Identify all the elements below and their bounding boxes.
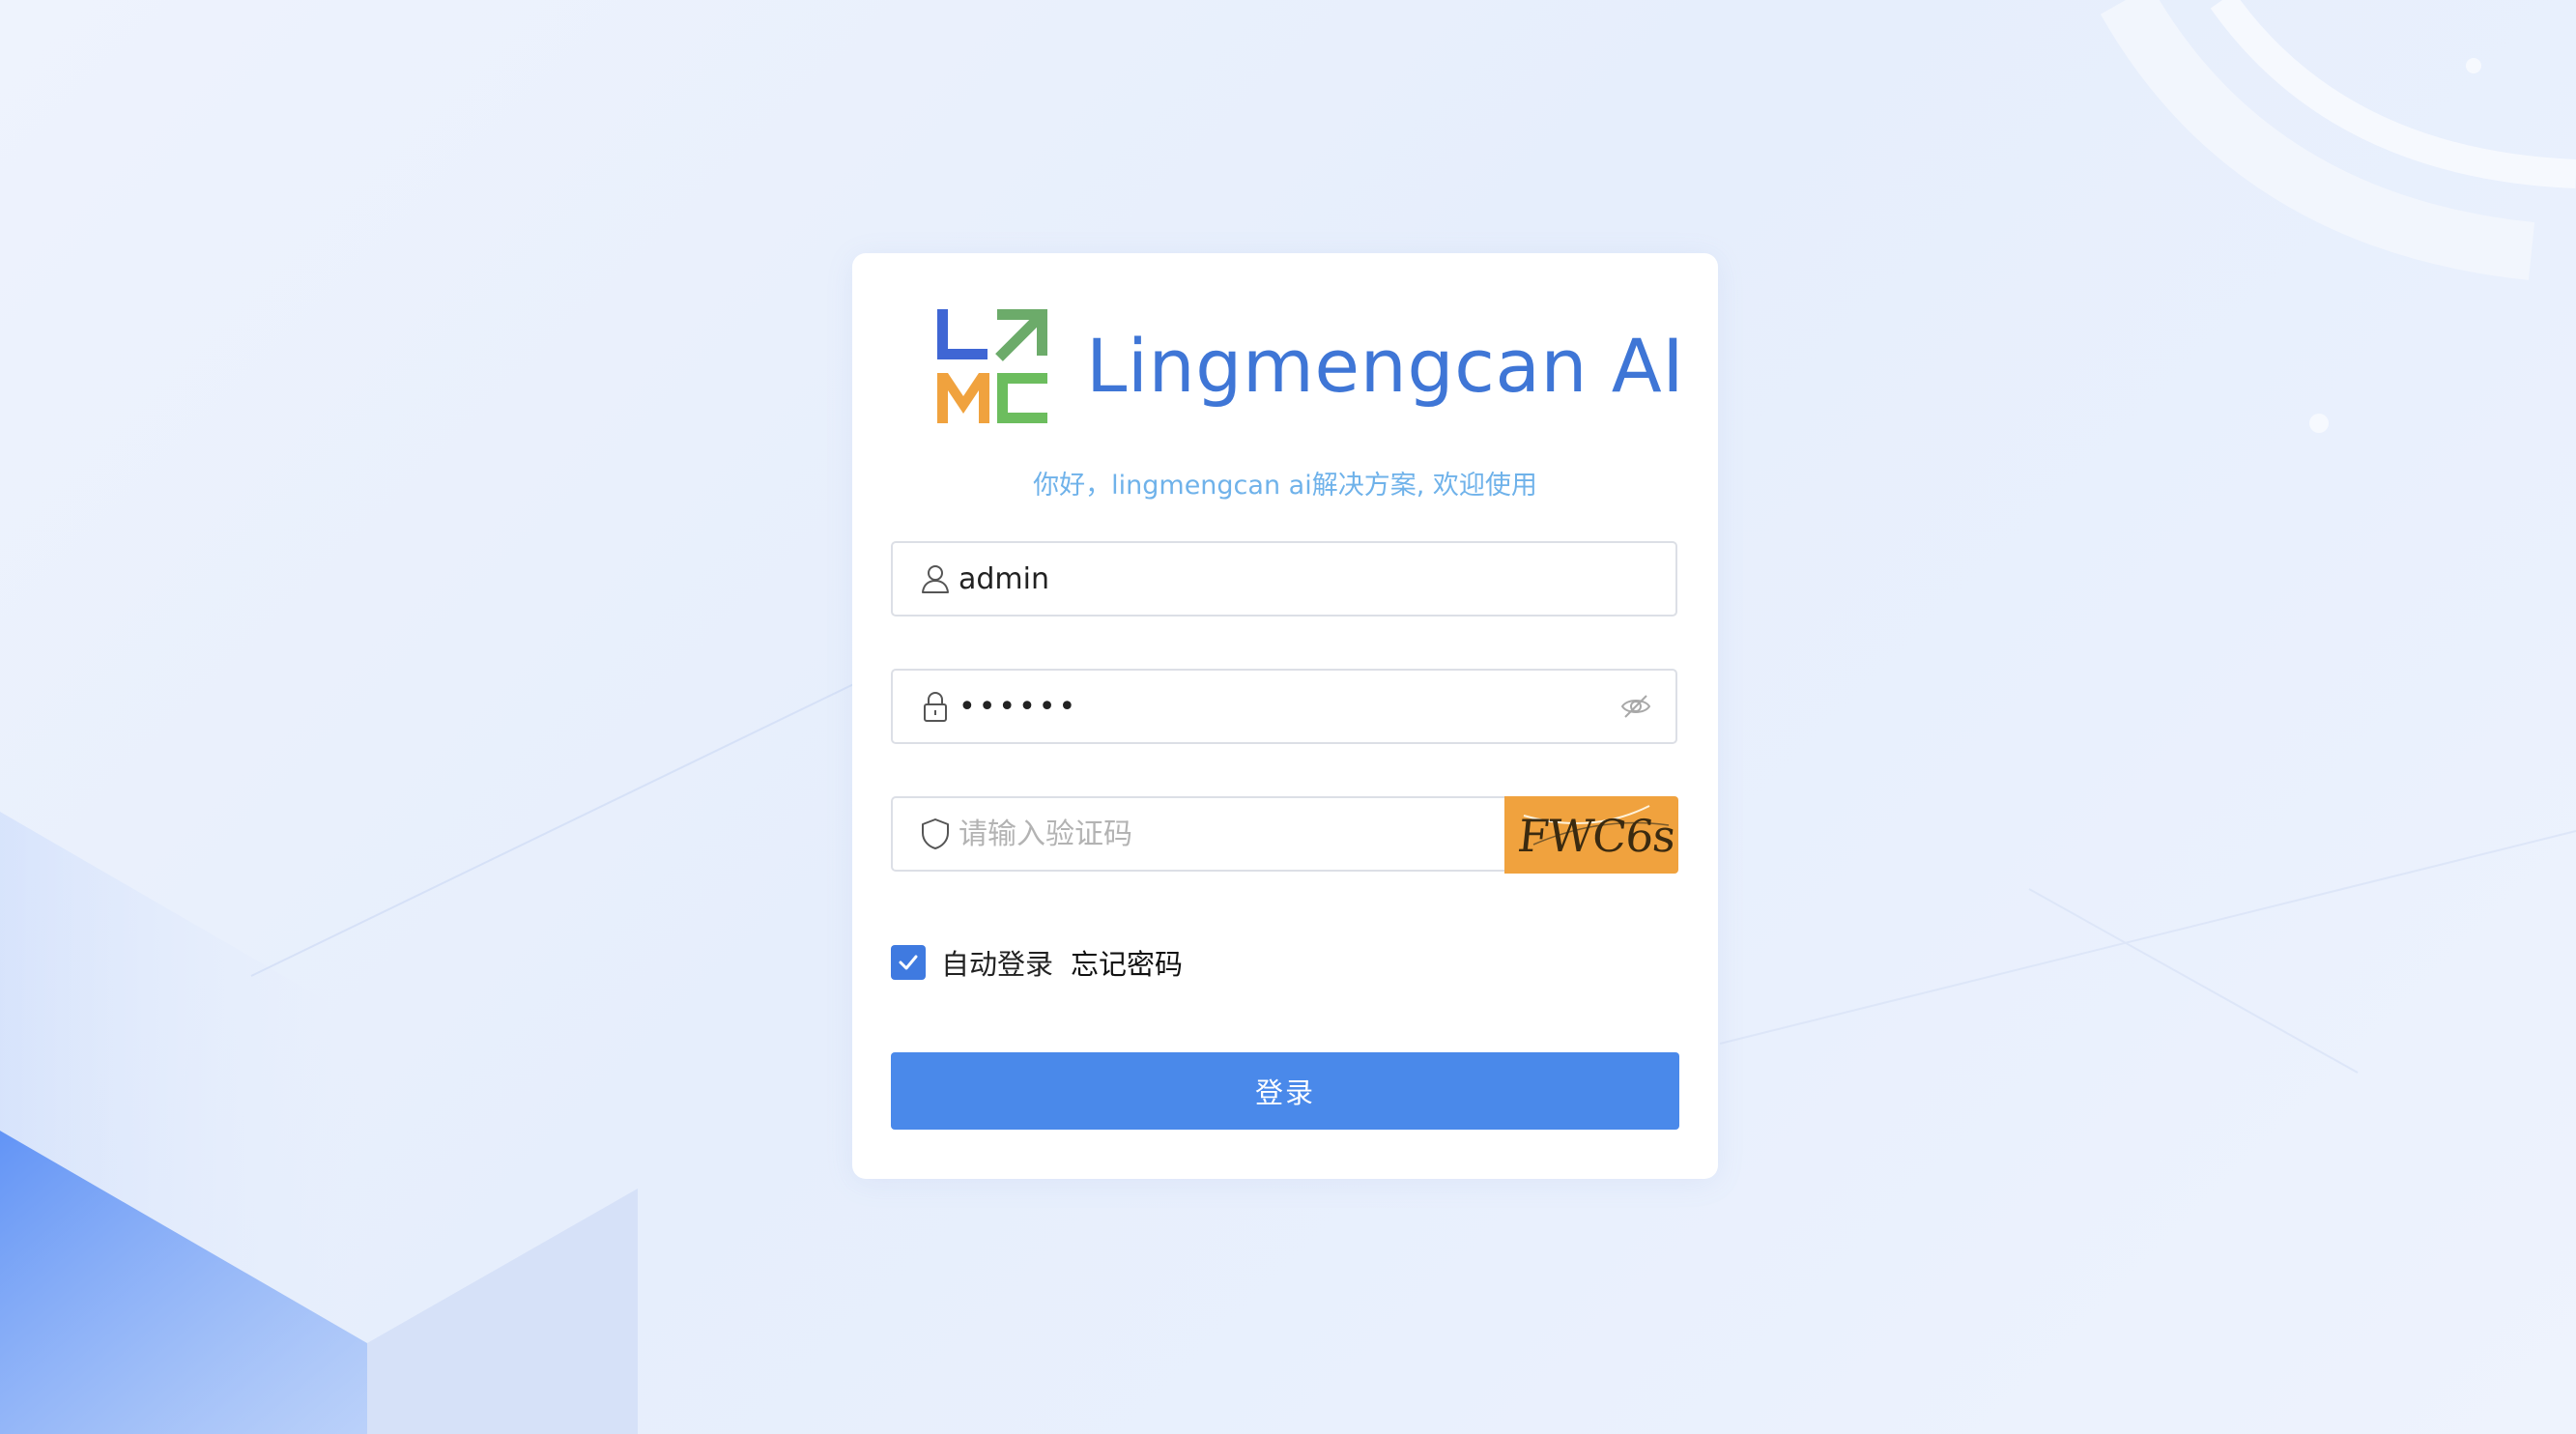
eye-off-icon[interactable]	[1619, 690, 1652, 723]
captcha-code: FWC6s	[1515, 810, 1678, 862]
auto-login-label[interactable]: 自动登录	[941, 942, 1053, 983]
captcha-field	[891, 796, 1505, 872]
password-field	[891, 669, 1677, 744]
shield-icon	[922, 818, 949, 849]
check-icon	[899, 955, 918, 970]
lock-icon	[924, 692, 947, 722]
login-button[interactable]: 登录	[891, 1052, 1679, 1130]
username-field	[891, 541, 1677, 617]
logo-row: Lingmengcan AI	[935, 307, 1684, 425]
user-icon	[922, 565, 949, 593]
captcha-image[interactable]: FWC6s	[1504, 796, 1678, 874]
auto-login-checkbox[interactable]	[891, 945, 926, 980]
brand-title: Lingmengcan AI	[1086, 323, 1685, 409]
welcome-subtitle: 你好，lingmengcan ai解决方案, 欢迎使用	[1033, 471, 1537, 501]
forgot-password-link[interactable]: 忘记密码	[1071, 942, 1183, 983]
lmc-logo-icon	[937, 309, 1047, 423]
username-input[interactable]	[959, 550, 1675, 608]
captcha-input[interactable]	[959, 805, 1505, 863]
login-card: Lingmengcan AI 你好，lingmengcan ai解决方案, 欢迎…	[852, 253, 1718, 1179]
password-input[interactable]	[959, 677, 1619, 735]
remember-row: 自动登录 忘记密码	[891, 943, 1183, 982]
